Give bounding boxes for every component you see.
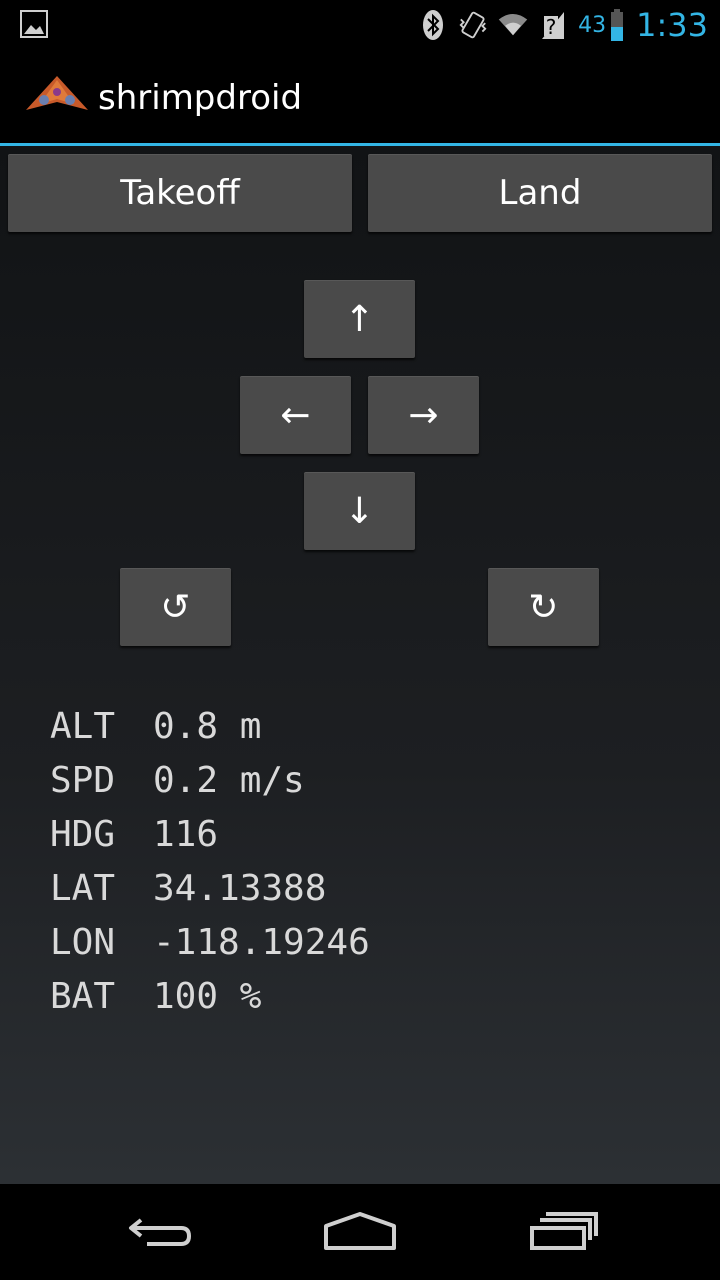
telemetry-row-alt: ALT 0.8 m — [50, 706, 262, 747]
move-up-button[interactable]: ↑ — [304, 280, 415, 358]
battery-icon — [610, 9, 624, 41]
vibrate-icon — [458, 9, 488, 41]
signal-unknown-icon: ? — [538, 9, 568, 41]
telemetry-row-lat: LAT 34.13388 — [50, 868, 327, 909]
telemetry-row-bat: BAT 100 % — [50, 976, 262, 1017]
main-content: Takeoff Land ↑ ← → ↓ ↺ ↻ ALT 0.8 m SPD 0.2… — [0, 146, 720, 1184]
battery-level: 43 — [578, 12, 607, 38]
land-button[interactable]: Land — [368, 154, 712, 232]
app-logo-icon[interactable] — [24, 74, 90, 118]
action-bar: shrimpdroid — [0, 50, 720, 143]
app-title: shrimpdroid — [98, 78, 303, 118]
bluetooth-icon — [418, 9, 448, 41]
navigation-bar — [0, 1184, 720, 1280]
recents-icon[interactable] — [518, 1202, 608, 1262]
telemetry-readout: ALT 0.8 m SPD 0.2 m/s HDG 116 LAT 34.13388 L… — [50, 700, 370, 1024]
wifi-icon — [498, 9, 528, 41]
rotate-ccw-button[interactable]: ↺ — [120, 568, 231, 646]
move-down-button[interactable]: ↓ — [304, 472, 415, 550]
status-bar: ? 43 1:33 — [0, 0, 720, 50]
clock: 1:33 — [636, 6, 708, 44]
telemetry-row-spd: SPD 0.2 m/s — [50, 760, 305, 801]
takeoff-button[interactable]: Takeoff — [8, 154, 352, 232]
home-icon[interactable] — [315, 1202, 405, 1262]
move-left-button[interactable]: ← — [240, 376, 351, 454]
svg-text:?: ? — [546, 15, 557, 39]
move-right-button[interactable]: → — [368, 376, 479, 454]
back-icon[interactable] — [115, 1202, 205, 1262]
telemetry-row-lon: LON -118.19246 — [50, 922, 370, 963]
rotate-cw-button[interactable]: ↻ — [488, 568, 599, 646]
telemetry-row-hdg: HDG 116 — [50, 814, 219, 855]
image-icon — [20, 10, 48, 38]
